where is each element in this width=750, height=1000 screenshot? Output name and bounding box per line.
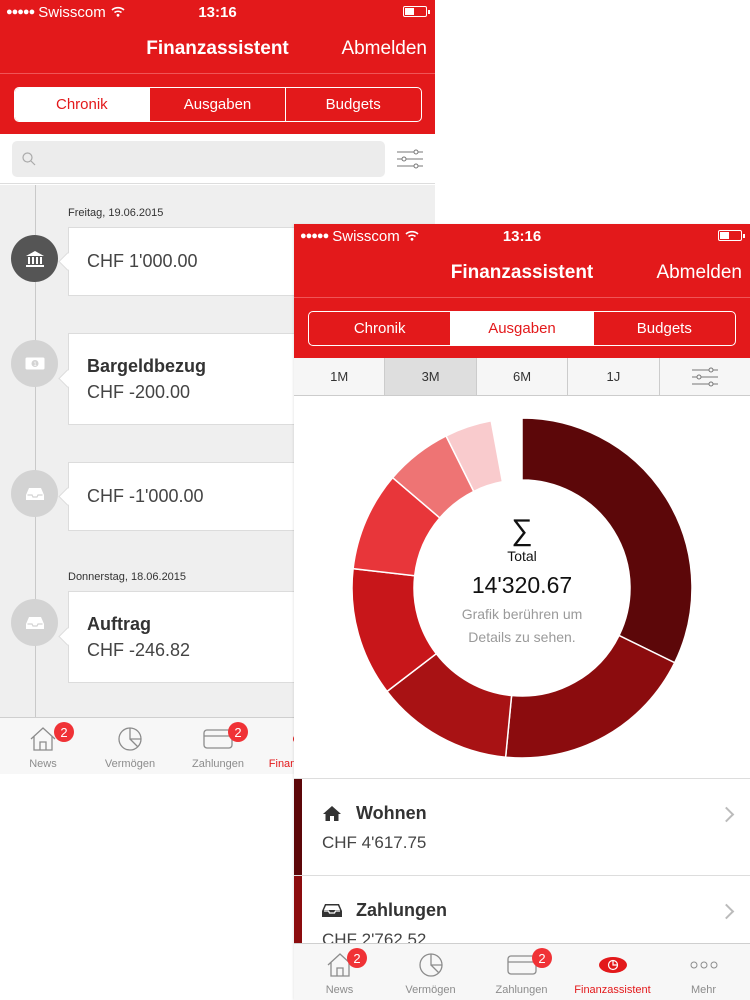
- period-1j[interactable]: 1J: [568, 358, 660, 395]
- tab-label: News: [325, 984, 354, 996]
- search-icon: [22, 151, 36, 165]
- search-row: [0, 134, 435, 184]
- tab-news[interactable]: News 2: [294, 944, 385, 1000]
- date-header: Freitag, 19.06.2015: [68, 207, 164, 219]
- status-bar: ●●●●● Swisscom 13:16: [0, 0, 435, 24]
- inbox-icon: [11, 470, 58, 517]
- wifi-icon: [405, 229, 419, 244]
- chart-hint-line2: Details zu sehen.: [468, 629, 576, 645]
- tab-label: Finanzassistent: [574, 984, 651, 996]
- period-1m[interactable]: 1M: [294, 358, 386, 395]
- home-icon: [323, 806, 341, 821]
- tab-vermoegen[interactable]: Vermögen: [86, 718, 174, 774]
- period-3m[interactable]: 3M: [385, 358, 477, 395]
- segmented-control-wrap: Chronik Ausgaben Budgets: [0, 74, 435, 134]
- header: ●●●●● Swisscom 13:16 Finanzassistent Abm…: [294, 224, 750, 358]
- filter-icon[interactable]: [397, 148, 423, 170]
- category-amount: CHF 2'762.52: [322, 930, 427, 943]
- tab-finanzassistent[interactable]: Finanzassistent: [567, 944, 658, 1000]
- category-name: Wohnen: [356, 803, 427, 823]
- segmented-control-wrap: Chronik Ausgaben Budgets: [294, 298, 750, 358]
- segmented-control: Chronik Ausgaben Budgets: [308, 310, 736, 346]
- tab-budgets[interactable]: Budgets: [284, 87, 421, 121]
- sigma-symbol: ∑: [511, 514, 533, 547]
- notification-badge: 2: [54, 722, 74, 742]
- signal-icon: ●●●●●: [6, 6, 35, 18]
- tab-chronik[interactable]: Chronik: [14, 87, 150, 121]
- period-selector: 1M 3M 6M 1J: [294, 358, 750, 396]
- tab-news[interactable]: News 2: [0, 718, 86, 774]
- pie-icon: [117, 726, 143, 752]
- date-header: Donnerstag, 18.06.2015: [68, 571, 187, 583]
- inbox-icon: [11, 599, 58, 646]
- category-item-zahlungen[interactable]: Zahlungen CHF 2'762.52: [294, 876, 750, 943]
- search-input[interactable]: [12, 140, 385, 177]
- tab-label: Zahlungen: [192, 758, 244, 770]
- category-color-bar: [294, 779, 302, 875]
- tab-label: Vermögen: [104, 758, 156, 770]
- pie-icon: [418, 952, 444, 978]
- donut-slice-2[interactable]: [504, 634, 676, 759]
- status-bar: ●●●●● Swisscom 13:16: [294, 224, 750, 248]
- tab-vermoegen[interactable]: Vermögen: [385, 944, 476, 1000]
- more-icon: [689, 952, 719, 978]
- period-6m[interactable]: 6M: [477, 358, 569, 395]
- category-name: Zahlungen: [356, 900, 447, 920]
- inbox-icon: [322, 904, 342, 917]
- category-color-bar: [294, 876, 302, 943]
- status-time: 13:16: [198, 3, 237, 21]
- tab-label: Vermögen: [405, 984, 456, 996]
- notification-badge: 2: [532, 948, 552, 968]
- ausgaben-screen: ●●●●● Swisscom 13:16 Finanzassistent Abm…: [294, 224, 750, 1000]
- header: ●●●●● Swisscom 13:16 Finanzassistent Abm…: [0, 0, 435, 134]
- total-label: Total: [507, 548, 537, 564]
- tab-budgets[interactable]: Budgets: [592, 311, 735, 345]
- cash-icon: 1: [11, 340, 58, 387]
- logout-button[interactable]: Abmelden: [656, 262, 742, 284]
- carrier-label: Swisscom: [38, 3, 106, 21]
- tab-zahlungen[interactable]: Zahlungen 2: [174, 718, 262, 774]
- donut-chart-area[interactable]: ∑ Total 14'320.67 Grafik berühren um Det…: [294, 396, 750, 778]
- category-list: Wohnen CHF 4'617.75 Zahlungen CHF 2'762.…: [294, 778, 750, 943]
- carrier-label: Swisscom: [332, 227, 400, 245]
- tab-label: News: [29, 758, 57, 770]
- logout-button[interactable]: Abmelden: [341, 38, 427, 60]
- nav-bar: Finanzassistent Abmelden: [294, 248, 750, 298]
- tab-label: Zahlungen: [495, 984, 548, 996]
- filter-button[interactable]: [660, 358, 750, 395]
- category-item-wohnen[interactable]: Wohnen CHF 4'617.75: [294, 779, 750, 876]
- tab-ausgaben[interactable]: Ausgaben: [149, 87, 285, 121]
- tab-ausgaben[interactable]: Ausgaben: [450, 311, 593, 345]
- status-time: 13:16: [502, 227, 542, 245]
- tab-zahlungen[interactable]: Zahlungen 2: [476, 944, 567, 1000]
- chart-hint-line1: Grafik berühren um: [461, 606, 583, 622]
- filter-icon: [691, 367, 718, 386]
- notification-badge: 2: [347, 948, 367, 968]
- eye-chart-icon: [598, 952, 628, 978]
- tab-label: Mehr: [690, 984, 717, 996]
- bank-icon: [11, 235, 58, 282]
- notification-badge: 2: [228, 722, 248, 742]
- segmented-control: Chronik Ausgaben Budgets: [13, 86, 422, 122]
- wifi-icon: [111, 5, 125, 20]
- nav-bar: Finanzassistent Abmelden: [0, 24, 435, 74]
- battery-icon: [403, 6, 430, 17]
- tab-mehr[interactable]: Mehr: [658, 944, 749, 1000]
- battery-icon: [718, 230, 745, 241]
- total-value: 14'320.67: [471, 572, 573, 598]
- category-amount: CHF 4'617.75: [322, 833, 427, 852]
- tab-bar: News 2 Vermögen Zahlungen 2 Finanzassist…: [294, 943, 750, 1000]
- tab-chronik[interactable]: Chronik: [309, 312, 450, 345]
- signal-icon: ●●●●●: [300, 230, 329, 242]
- house-icon: [29, 726, 57, 752]
